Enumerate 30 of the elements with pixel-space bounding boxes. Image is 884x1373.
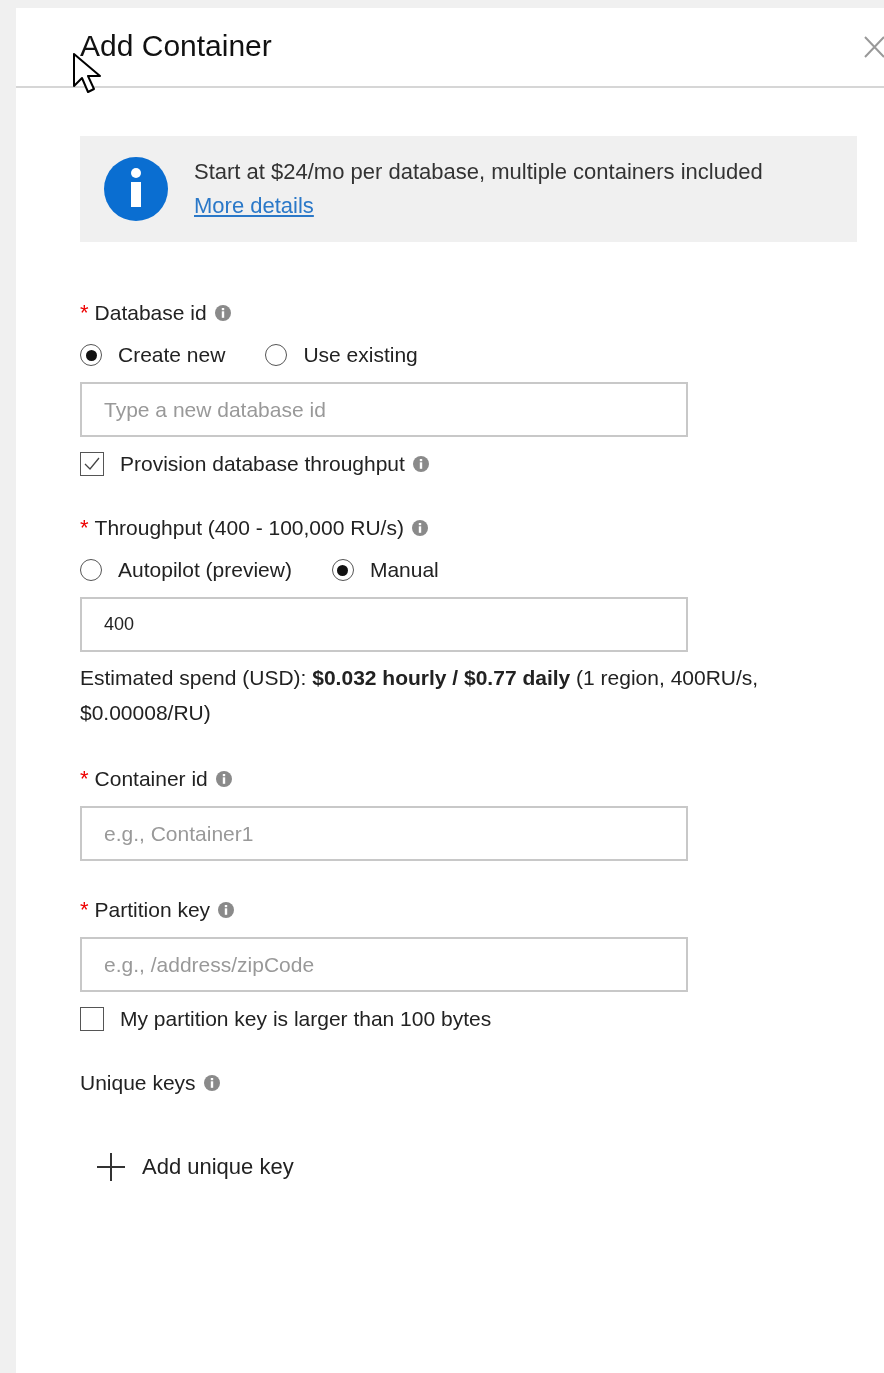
required-mark: * <box>80 897 89 923</box>
checkbox-label: My partition key is larger than 100 bytes <box>120 1007 492 1031</box>
field-label: Unique keys <box>80 1071 196 1095</box>
required-mark: * <box>80 515 89 541</box>
radio-option[interactable]: Create new <box>80 340 226 370</box>
radio-option[interactable]: Use existing <box>265 340 418 370</box>
checkbox[interactable] <box>80 1007 104 1031</box>
text-field[interactable]: e.g., Container1 <box>80 806 688 861</box>
required-mark: * <box>80 300 89 326</box>
panel-title: Add Container <box>80 29 272 63</box>
checkbox[interactable] <box>80 452 104 476</box>
text-field[interactable]: e.g., /address/zipCode <box>80 937 688 992</box>
field-label: Partition key <box>94 898 211 922</box>
checkmark-icon <box>84 457 100 471</box>
more-details-link[interactable]: More details <box>194 193 314 218</box>
estimated-spend-text: Estimated spend (USD): $0.032 hourly / $0.77 daily (1 region, 400RU/s, $0.00008/RU) <box>80 665 760 726</box>
field-label: Throughput (400 - 100,000 RU/s) <box>94 516 404 540</box>
checkbox-label: Provision database throughput <box>120 452 405 476</box>
required-mark: * <box>80 766 89 792</box>
close-icon[interactable] <box>864 36 884 58</box>
info-icon <box>104 157 168 221</box>
text-field[interactable]: 400 <box>80 597 688 652</box>
add-unique-key-button[interactable]: Add unique key <box>80 1150 294 1184</box>
radio-option[interactable]: Manual <box>331 555 439 585</box>
radio-option[interactable]: Autopilot (preview) <box>80 555 292 585</box>
field-label: Database id <box>94 301 207 325</box>
plus-icon <box>96 1152 126 1182</box>
info-text: Start at $24/mo per database, multiple containers included <box>194 158 763 186</box>
text-field[interactable]: Type a new database id <box>80 382 688 437</box>
field-label: Container id <box>94 767 208 791</box>
